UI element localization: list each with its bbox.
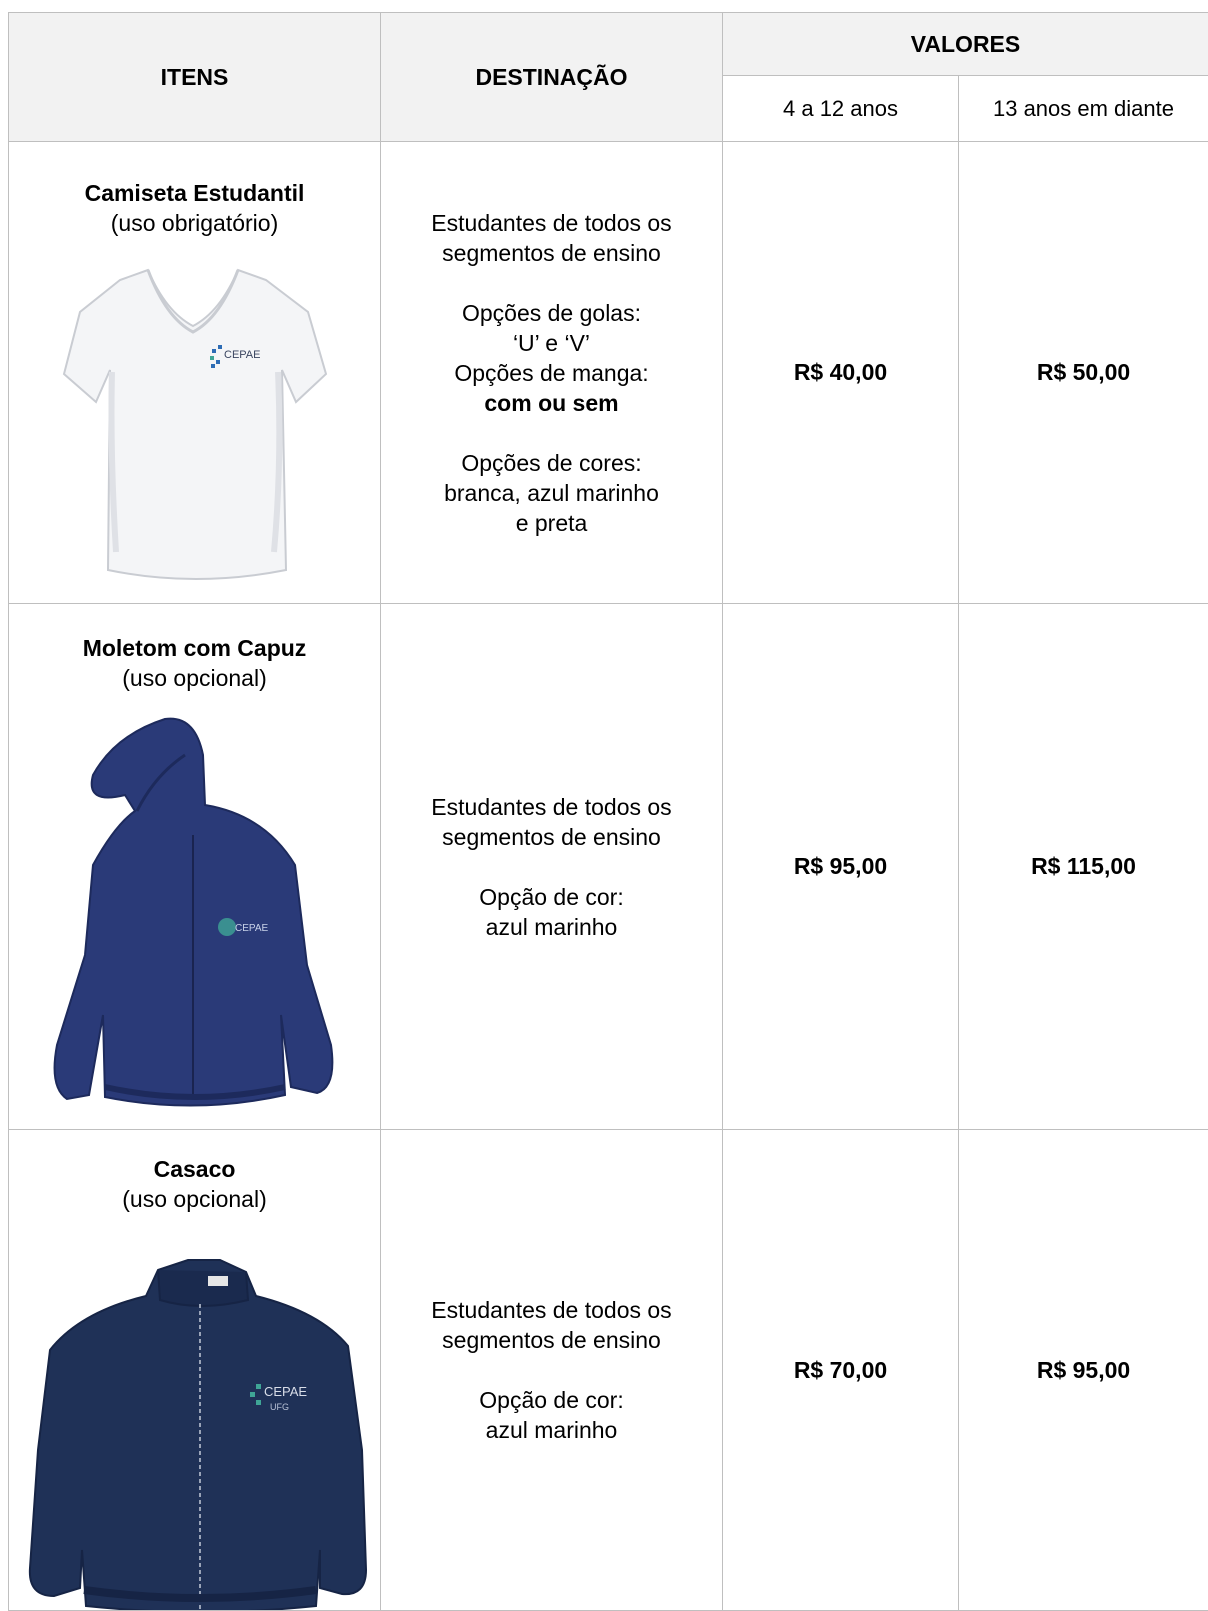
header-valores: VALORES bbox=[723, 13, 1208, 76]
price-13-plus: R$ 95,00 bbox=[959, 1130, 1208, 1611]
item-title: Moletom com Capuz bbox=[9, 633, 380, 664]
navy-jacket-icon: CEPAE UFG bbox=[20, 1250, 370, 1610]
white-tshirt-icon: CEPAE bbox=[60, 252, 330, 592]
item-subtitle: (uso opcional) bbox=[9, 664, 380, 693]
dest-line: branca, azul marinho bbox=[381, 478, 722, 508]
dest-line: Opções de golas: bbox=[381, 298, 722, 328]
navy-hoodie-icon: CEPAE bbox=[45, 715, 345, 1125]
table-row: Moletom com Capuz (uso opcional) CEPAE E… bbox=[9, 604, 1208, 1130]
header-destinacao: DESTINAÇÃO bbox=[381, 13, 723, 142]
dest-line: Estudantes de todos os bbox=[381, 208, 722, 238]
svg-text:CEPAE: CEPAE bbox=[264, 1384, 307, 1399]
dest-line: azul marinho bbox=[381, 912, 722, 942]
table-row: Camiseta Estudantil (uso obrigatório) CE… bbox=[9, 142, 1208, 604]
dest-line: ‘U’ e ‘V’ bbox=[381, 328, 722, 358]
price-4-12: R$ 70,00 bbox=[723, 1130, 959, 1611]
dest-line: Opção de cor: bbox=[381, 882, 722, 912]
destination-cell: Estudantes de todos os segmentos de ensi… bbox=[381, 142, 723, 604]
dest-line: azul marinho bbox=[381, 1415, 722, 1445]
price-13-plus: R$ 50,00 bbox=[959, 142, 1208, 604]
svg-text:CEPAE: CEPAE bbox=[235, 923, 268, 934]
item-cell: Camiseta Estudantil (uso obrigatório) CE… bbox=[9, 142, 381, 604]
dest-line: Estudantes de todos os bbox=[381, 1295, 722, 1325]
price-4-12: R$ 95,00 bbox=[723, 604, 959, 1130]
table-row: Casaco (uso opcional) CEPAE UFG Estudant… bbox=[9, 1130, 1208, 1611]
price-13-plus: R$ 115,00 bbox=[959, 604, 1208, 1130]
dest-line: Opções de manga: bbox=[381, 358, 722, 388]
item-cell: Moletom com Capuz (uso opcional) CEPAE bbox=[9, 604, 381, 1130]
item-cell: Casaco (uso opcional) CEPAE UFG bbox=[9, 1130, 381, 1611]
svg-text:CEPAE: CEPAE bbox=[224, 349, 260, 361]
dest-line: segmentos de ensino bbox=[381, 822, 722, 852]
destination-cell: Estudantes de todos os segmentos de ensi… bbox=[381, 604, 723, 1130]
header-age-13-plus: 13 anos em diante bbox=[959, 76, 1208, 142]
dest-line-bold: com ou sem bbox=[484, 390, 618, 416]
dest-line: Opções de cores: bbox=[381, 448, 722, 478]
dest-line: Estudantes de todos os bbox=[381, 792, 722, 822]
dest-line: segmentos de ensino bbox=[381, 238, 722, 268]
price-4-12: R$ 40,00 bbox=[723, 142, 959, 604]
dest-line: Opção de cor: bbox=[381, 1385, 722, 1415]
svg-text:UFG: UFG bbox=[270, 1402, 289, 1412]
item-title: Camiseta Estudantil bbox=[9, 178, 380, 209]
dest-line: e preta bbox=[381, 508, 722, 538]
item-subtitle: (uso opcional) bbox=[9, 1185, 380, 1214]
header-age-4-12: 4 a 12 anos bbox=[723, 76, 959, 142]
dest-line: segmentos de ensino bbox=[381, 1325, 722, 1355]
price-table: ITENS DESTINAÇÃO VALORES 4 a 12 anos 13 … bbox=[8, 12, 1208, 1611]
header-itens: ITENS bbox=[9, 13, 381, 142]
destination-cell: Estudantes de todos os segmentos de ensi… bbox=[381, 1130, 723, 1611]
item-title: Casaco bbox=[9, 1154, 380, 1185]
item-subtitle: (uso obrigatório) bbox=[9, 209, 380, 238]
